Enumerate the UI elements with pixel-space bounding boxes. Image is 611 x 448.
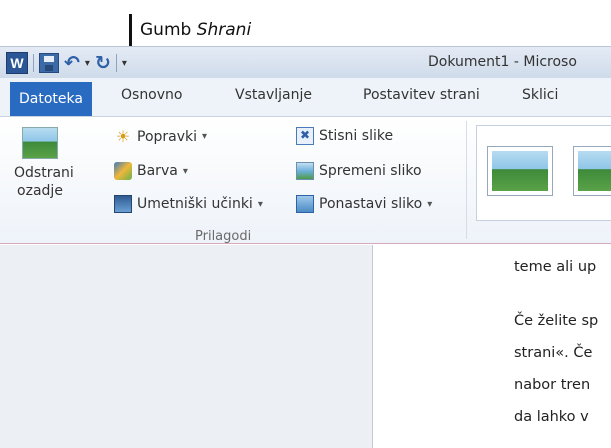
artistic-effects-label: Umetniški učinki bbox=[137, 196, 253, 212]
corrections-button[interactable]: ☀ Popravki ▾ bbox=[114, 127, 207, 146]
reset-picture-icon bbox=[296, 195, 314, 213]
document-line: teme ali up bbox=[514, 259, 597, 275]
color-icon bbox=[114, 162, 132, 180]
qat-separator bbox=[33, 54, 34, 72]
ribbon-tab-bar: Datoteka Osnovno Vstavljanje Postavitev … bbox=[0, 78, 611, 116]
tab-page-layout[interactable]: Postavitev strani bbox=[363, 87, 480, 103]
undo-dropdown-icon[interactable]: ▾ bbox=[85, 58, 90, 69]
chevron-down-icon: ▾ bbox=[182, 165, 188, 177]
change-picture-button[interactable]: Spremeni sliko bbox=[296, 162, 422, 180]
document-line: nabor tren bbox=[514, 377, 591, 393]
change-picture-icon bbox=[296, 162, 314, 180]
picture-style-thumbnail[interactable] bbox=[487, 146, 553, 196]
artistic-effects-button[interactable]: Umetniški učinki ▾ bbox=[114, 195, 263, 213]
undo-icon[interactable]: ↶ bbox=[64, 53, 80, 73]
document-page[interactable]: teme ali up Če želite sp strani«. Če nab… bbox=[372, 245, 611, 448]
group-separator bbox=[466, 121, 467, 239]
compress-pictures-button[interactable]: Stisni slike bbox=[296, 127, 393, 145]
compress-label: Stisni slike bbox=[319, 128, 394, 144]
save-icon[interactable] bbox=[39, 53, 59, 73]
remove-background-icon bbox=[22, 127, 58, 159]
reset-picture-label: Ponastavi sliko bbox=[319, 196, 423, 212]
corrections-label: Popravki bbox=[137, 128, 198, 145]
picture-styles-gallery bbox=[476, 125, 611, 221]
tab-file[interactable]: Datoteka bbox=[10, 82, 92, 116]
callout-label: Gumb Shrani bbox=[140, 20, 251, 40]
document-line: Če želite sp bbox=[514, 313, 599, 329]
tab-references[interactable]: Sklici bbox=[522, 87, 558, 103]
reset-picture-button[interactable]: Ponastavi sliko ▾ bbox=[296, 195, 432, 213]
change-picture-label: Spremeni sliko bbox=[319, 163, 422, 179]
word-icon[interactable]: W bbox=[6, 52, 28, 74]
chevron-down-icon: ▾ bbox=[257, 198, 263, 210]
document-area: teme ali up Če želite sp strani«. Če nab… bbox=[0, 245, 611, 448]
document-line: strani«. Če bbox=[514, 345, 593, 361]
window-title: Dokument1 - Microso bbox=[428, 54, 577, 70]
group-label-adjust: Prilagodi bbox=[195, 229, 252, 244]
picture-style-icon bbox=[492, 151, 548, 191]
tab-insert[interactable]: Vstavljanje bbox=[235, 87, 312, 103]
ribbon-panel: Odstrani ozadje ☀ Popravki ▾ Barva ▾ Ume… bbox=[0, 116, 611, 244]
artistic-effects-icon bbox=[114, 195, 132, 213]
callout-emphasis: Shrani bbox=[196, 20, 252, 40]
redo-icon[interactable]: ↻ bbox=[95, 53, 111, 73]
document-line: da lahko v bbox=[514, 409, 589, 425]
remove-background-label-1: Odstrani bbox=[14, 165, 74, 181]
corrections-icon: ☀ bbox=[115, 127, 131, 146]
color-label: Barva bbox=[137, 163, 178, 179]
color-button[interactable]: Barva ▾ bbox=[114, 162, 188, 180]
picture-style-thumbnail[interactable] bbox=[573, 146, 611, 196]
remove-background-button[interactable]: Odstrani ozadje bbox=[14, 127, 74, 200]
remove-background-label-2: ozadje bbox=[17, 183, 63, 199]
compress-icon bbox=[296, 127, 314, 145]
quick-access-toolbar: W ↶ ▾ ↻ ▾ bbox=[6, 51, 127, 75]
qat-separator bbox=[115, 54, 117, 72]
picture-style-icon bbox=[578, 151, 611, 191]
chevron-down-icon: ▾ bbox=[427, 198, 433, 210]
title-bar: W ↶ ▾ ↻ ▾ Dokument1 - Microso bbox=[0, 46, 611, 78]
tab-home[interactable]: Osnovno bbox=[121, 87, 182, 103]
customize-qat-icon[interactable]: ▾ bbox=[122, 58, 127, 69]
chevron-down-icon: ▾ bbox=[202, 131, 208, 142]
callout-vertical-line bbox=[129, 14, 132, 50]
callout-prefix: Gumb bbox=[140, 20, 197, 40]
